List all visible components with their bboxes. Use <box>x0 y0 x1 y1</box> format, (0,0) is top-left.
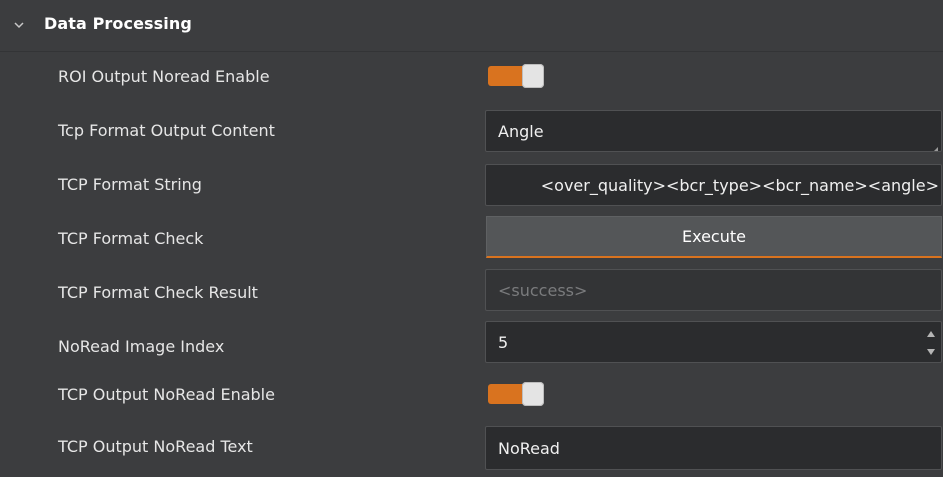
tcp-format-output-content-field[interactable]: Angle <box>485 110 942 152</box>
spin-up-icon <box>927 331 935 337</box>
property-label: NoRead Image Index <box>58 337 225 356</box>
spin-down-icon <box>927 349 935 355</box>
row-tcp-format-check-result: TCP Format Check Result <success> <box>0 268 943 322</box>
roi-output-noread-enable-toggle[interactable] <box>488 64 544 88</box>
row-roi-output-noread-enable: ROI Output Noread Enable <box>0 52 943 106</box>
field-value: 5 <box>498 332 509 352</box>
field-value: <over_quality><bcr_type><bcr_name><angle… <box>540 175 939 195</box>
execute-button[interactable]: Execute <box>486 216 942 258</box>
property-label: TCP Format Check <box>58 229 204 248</box>
property-label: TCP Format String <box>58 175 202 194</box>
field-value: NoRead <box>498 438 560 458</box>
property-panel: Data Processing ROI Output Noread Enable… <box>0 0 943 477</box>
group-title: Data Processing <box>44 14 192 33</box>
field-value: <success> <box>498 280 588 300</box>
tcp-format-check-result-field: <success> <box>485 269 942 311</box>
property-label: Tcp Format Output Content <box>58 121 275 140</box>
row-tcp-format-output-content: Tcp Format Output Content Angle <box>0 106 943 160</box>
row-tcp-format-check: TCP Format Check Execute <box>0 214 943 268</box>
row-tcp-output-noread-text: TCP Output NoRead Text NoRead <box>0 422 943 476</box>
toggle-knob <box>522 382 544 406</box>
chevron-down-icon[interactable] <box>12 17 26 31</box>
property-label: ROI Output Noread Enable <box>58 67 270 86</box>
property-label: TCP Output NoRead Text <box>58 437 253 456</box>
property-label: TCP Format Check Result <box>58 283 258 302</box>
noread-image-index-spinbox[interactable]: 5 <box>485 321 942 363</box>
row-tcp-format-string: TCP Format String <over_quality><bcr_typ… <box>0 160 943 214</box>
row-noread-image-index: NoRead Image Index 5 <box>0 321 943 376</box>
tcp-output-noread-enable-toggle[interactable] <box>488 382 544 406</box>
group-header-data-processing[interactable]: Data Processing <box>0 0 943 52</box>
tcp-output-noread-text-input[interactable]: NoRead <box>485 426 942 470</box>
spin-buttons[interactable] <box>926 329 936 357</box>
property-label: TCP Output NoRead Enable <box>58 385 275 404</box>
field-value: Angle <box>498 121 544 141</box>
row-tcp-output-noread-enable: TCP Output NoRead Enable <box>0 370 943 424</box>
tcp-format-string-input[interactable]: <over_quality><bcr_type><bcr_name><angle… <box>485 164 942 206</box>
resize-grip-icon[interactable] <box>930 140 938 151</box>
toggle-knob <box>522 64 544 88</box>
